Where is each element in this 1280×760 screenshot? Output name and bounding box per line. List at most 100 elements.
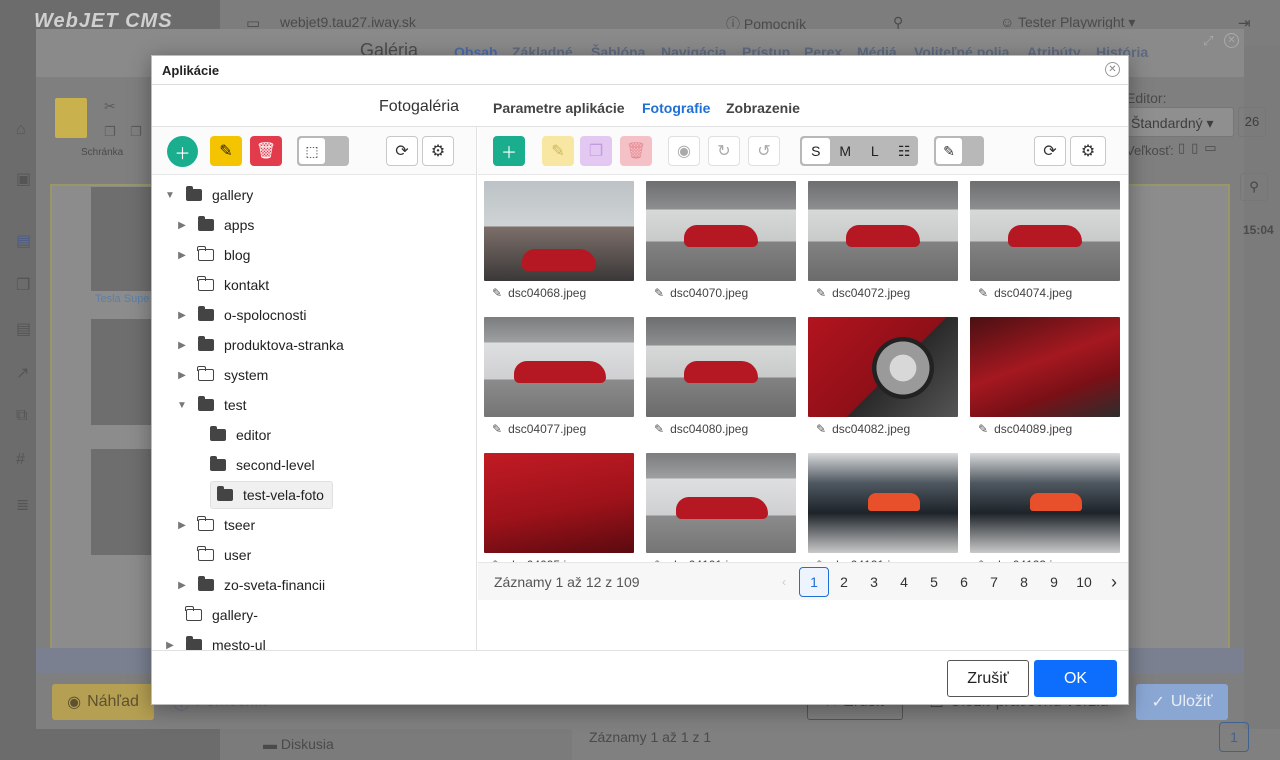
tree-item[interactable]: ▶ tseer [176, 511, 255, 539]
photo-thumbnail[interactable] [970, 317, 1120, 417]
tree-refresh-button[interactable]: ⟳ [386, 136, 418, 166]
pencil-icon[interactable]: ✎ [492, 286, 502, 300]
size-s-button[interactable]: S [802, 138, 830, 164]
copy-pages-icon[interactable]: ❐ [16, 275, 30, 295]
bottom-folder[interactable]: ▬ Diskusia [263, 736, 334, 752]
page-button[interactable]: 1 [799, 567, 829, 597]
tree-item[interactable]: ▼ gallery [164, 181, 253, 209]
document-icon[interactable]: ▤ [16, 319, 31, 339]
photo-thumbnail[interactable] [970, 181, 1120, 281]
copy-icon[interactable]: ❐ [104, 124, 116, 140]
pages-icon[interactable]: ▤ [16, 231, 31, 251]
tree-item[interactable]: ▶ produktova-stranka [176, 331, 344, 359]
database-icon[interactable]: ≣ [16, 495, 29, 515]
preview-button[interactable]: ◉ Náhľad [52, 684, 154, 720]
photo-thumbnail[interactable] [646, 181, 796, 281]
page-button[interactable]: 3 [859, 567, 889, 597]
image-icon[interactable]: ▣ [16, 169, 31, 189]
tree-item[interactable]: ▶ mesto-ul [164, 631, 266, 650]
photo-item[interactable]: ✎dsc04101.jpeg [646, 453, 796, 572]
pencil-icon[interactable]: ✎ [978, 286, 988, 300]
photo-thumbnail[interactable] [808, 453, 958, 553]
photo-item[interactable]: ✎ dsc04068.jpeg [484, 181, 634, 300]
tab-display[interactable]: Zobrazenie [726, 100, 800, 116]
caret-right-icon[interactable]: ▶ [176, 310, 188, 321]
tree-item[interactable]: kontakt [176, 271, 269, 299]
photo-item[interactable]: ✎ dsc04074.jpeg [970, 181, 1120, 300]
select-toggle[interactable]: ⬚ [297, 136, 349, 166]
modal-cancel-button[interactable]: Zrušiť [947, 660, 1029, 697]
edit-mode-toggle[interactable]: ✎ [934, 136, 984, 166]
caret-right-icon[interactable]: ▶ [176, 220, 188, 231]
modules-icon[interactable]: ⧉ [16, 407, 27, 425]
photo-item[interactable]: ✎ dsc04089.jpeg [970, 317, 1120, 436]
photo-thumbnail[interactable] [970, 453, 1120, 553]
photo-thumbnail[interactable] [646, 453, 796, 553]
tree-item[interactable]: ▶ apps [176, 211, 254, 239]
editor-mode-select[interactable]: Štandardný ▾ [1124, 107, 1234, 137]
page-button[interactable]: 4 [889, 567, 919, 597]
caret-right-icon[interactable]: ▶ [164, 640, 176, 651]
delete-folder-button[interactable]: 🗑 [250, 136, 282, 166]
photo-thumbnail[interactable] [808, 181, 958, 281]
size-number[interactable]: 26 [1238, 107, 1266, 137]
delete-photo-button[interactable]: 🗑 [620, 136, 652, 166]
rotate-right-icon[interactable]: ↻ [708, 136, 740, 166]
save-button[interactable]: ✓ Uložiť [1136, 684, 1228, 720]
clipboard-icon[interactable] [55, 98, 87, 138]
caret-down-icon[interactable]: ▼ [176, 400, 188, 411]
tree-item[interactable]: ▶ o-spolocnosti [176, 301, 307, 329]
tab-photos[interactable]: Fotografie [642, 100, 710, 116]
external-link-icon[interactable]: ↗ [16, 363, 29, 383]
pencil-icon[interactable]: ✎ [654, 286, 664, 300]
page-button[interactable]: 8 [1009, 567, 1039, 597]
tree-item[interactable]: ▶ zo-sveta-financii [176, 571, 325, 599]
tree-item[interactable]: ▼ test [176, 391, 247, 419]
maximize-icon[interactable]: ⤢ [1203, 33, 1213, 49]
photo-item[interactable]: ✎ dsc04080.jpeg [646, 317, 796, 436]
next-page-icon[interactable]: › [1099, 567, 1129, 597]
bottom-page[interactable]: 1 [1219, 722, 1249, 752]
tree-item[interactable]: editor [188, 421, 271, 449]
add-folder-button[interactable]: ＋ [167, 136, 198, 167]
page-button[interactable]: 2 [829, 567, 859, 597]
edit-photo-button[interactable]: ✎ [542, 136, 574, 166]
page-button[interactable]: 6 [949, 567, 979, 597]
photo-item[interactable]: ✎dsc04095.jpeg [484, 453, 634, 572]
tree-item[interactable]: user [176, 541, 251, 569]
page-button[interactable]: 10 [1069, 567, 1099, 597]
hash-icon[interactable]: # [16, 451, 25, 469]
sidebar-search-icon[interactable]: ⚲ [1240, 173, 1268, 201]
caret-right-icon[interactable]: ▶ [176, 580, 188, 591]
duplicate-photo-button[interactable]: ❐ [580, 136, 612, 166]
caret-right-icon[interactable]: ▶ [176, 370, 188, 381]
add-photo-button[interactable]: ＋ [493, 136, 525, 166]
paste-icon[interactable]: ❐ [130, 124, 142, 140]
photo-thumbnail[interactable] [484, 317, 634, 417]
tab-parameters[interactable]: Parametre aplikácie [493, 100, 625, 116]
editor-close-icon[interactable]: ✕ [1224, 33, 1239, 48]
photo-item[interactable]: ✎ dsc04072.jpeg [808, 181, 958, 300]
size-m-button[interactable]: M [832, 138, 860, 164]
photo-thumbnail[interactable] [808, 317, 958, 417]
photo-item[interactable]: ✎ dsc04082.jpeg [808, 317, 958, 436]
photo-item[interactable]: ✎dsc04123.jpeg [970, 453, 1120, 572]
photo-item[interactable]: ✎dsc04121.jpeg [808, 453, 958, 572]
pencil-icon[interactable]: ✎ [978, 422, 988, 436]
pencil-icon[interactable]: ✎ [492, 422, 502, 436]
tree-item[interactable]: ▶ system [176, 361, 268, 389]
tree-item[interactable]: second-level [188, 451, 315, 479]
tree-item[interactable]: gallery- [164, 601, 258, 629]
caret-right-icon[interactable]: ▶ [176, 340, 188, 351]
caret-right-icon[interactable]: ▶ [176, 520, 188, 531]
prev-page-icon[interactable]: ‹ [769, 567, 799, 597]
size-l-button[interactable]: L [861, 138, 889, 164]
device-icons[interactable]: ▯▯▭ [1178, 140, 1223, 156]
photos-refresh-button[interactable]: ⟳ [1034, 136, 1066, 166]
photo-item[interactable]: ✎ dsc04070.jpeg [646, 181, 796, 300]
tree-settings-button[interactable]: ⚙ [422, 136, 454, 166]
rotate-left-icon[interactable]: ↺ [748, 136, 780, 166]
tree-item[interactable]: test-vela-foto [210, 481, 333, 509]
cut-icon[interactable]: ✂ [104, 98, 116, 115]
photo-thumbnail[interactable] [484, 181, 634, 281]
